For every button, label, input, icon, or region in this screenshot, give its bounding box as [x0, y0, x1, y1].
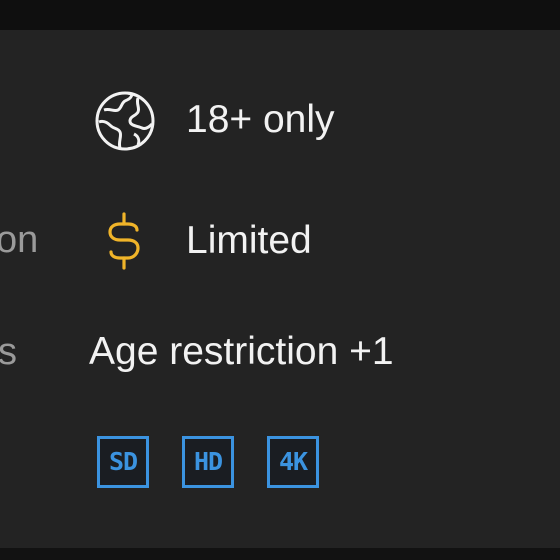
- payment-row-label-fragment: on: [0, 219, 39, 261]
- payment-value: Limited: [186, 219, 312, 262]
- window-top-bar: [0, 0, 560, 30]
- quality-badge-hd: HD: [182, 436, 234, 488]
- globe-icon: [95, 91, 155, 151]
- window-bottom-bar: [0, 548, 560, 560]
- quality-badge-4k: 4K: [267, 436, 319, 488]
- age-restriction-value: Age restriction +1: [89, 330, 394, 373]
- region-value: 18+ only: [186, 98, 335, 141]
- dollar-icon: [108, 212, 140, 270]
- age-row-label-fragment: s: [0, 331, 17, 373]
- quality-badge-sd: SD: [97, 436, 149, 488]
